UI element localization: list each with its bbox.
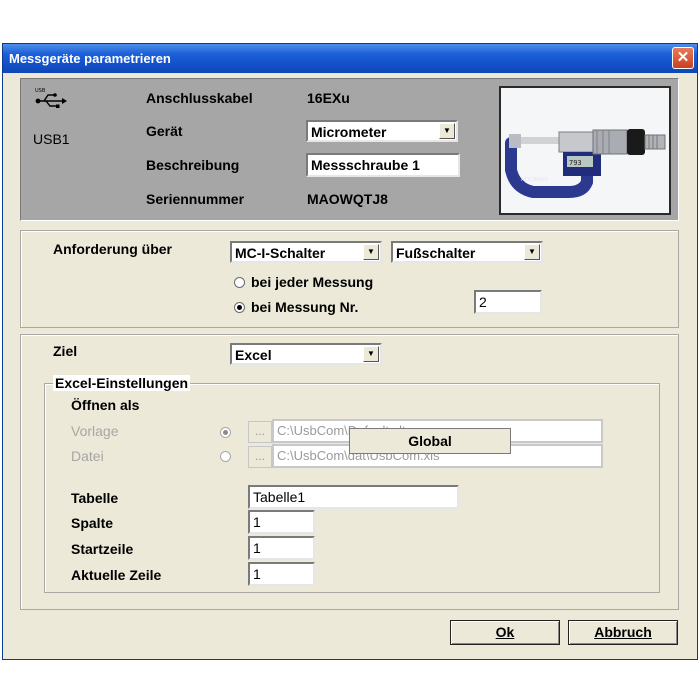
target-label: Ziel bbox=[53, 343, 78, 359]
table-input[interactable]: Tabelle1 bbox=[248, 485, 459, 509]
cable-value: 16EXu bbox=[307, 90, 350, 106]
target-select[interactable]: Excel ▼ bbox=[230, 343, 382, 365]
brand-text: ACCURACY bbox=[521, 177, 549, 183]
ok-button[interactable]: Ok bbox=[450, 620, 560, 645]
cable-label: Anschlusskabel bbox=[146, 90, 253, 106]
chevron-down-icon[interactable]: ▼ bbox=[524, 244, 540, 260]
each-measurement-label[interactable]: bei jeder Messung bbox=[251, 274, 373, 290]
startrow-input[interactable]: 1 bbox=[248, 536, 315, 560]
title-bar[interactable]: Messgeräte parametrieren ✕ bbox=[3, 44, 697, 73]
currentrow-label: Aktuelle Zeile bbox=[71, 567, 162, 583]
micrometer-image: 793 ACCURACY bbox=[499, 86, 671, 215]
chevron-down-icon[interactable]: ▼ bbox=[363, 346, 379, 362]
request-source-value: MC-I-Schalter bbox=[235, 245, 326, 261]
startrow-label: Startzeile bbox=[71, 541, 134, 557]
file-label: Datei bbox=[71, 448, 104, 464]
close-button[interactable]: ✕ bbox=[672, 47, 694, 69]
usb-icon: USB bbox=[32, 86, 68, 110]
column-input[interactable]: 1 bbox=[248, 510, 315, 534]
serial-value: MAOWQTJ8 bbox=[307, 191, 388, 207]
ok-button-label: Ok bbox=[495, 624, 515, 640]
measurement-nr-input[interactable]: 2 bbox=[474, 290, 542, 314]
cancel-button-label: Abbruch bbox=[594, 624, 652, 640]
svg-text:793: 793 bbox=[569, 159, 582, 167]
chevron-down-icon[interactable]: ▼ bbox=[363, 244, 379, 260]
radio-file[interactable] bbox=[220, 451, 231, 462]
radio-each-measurement[interactable] bbox=[234, 277, 245, 288]
switch-select[interactable]: Fußschalter ▼ bbox=[391, 241, 543, 263]
cancel-button[interactable]: Abbruch bbox=[568, 620, 678, 645]
measurement-nr-label[interactable]: bei Messung Nr. bbox=[251, 299, 358, 315]
description-label: Beschreibung bbox=[146, 157, 240, 173]
request-source-select[interactable]: MC-I-Schalter ▼ bbox=[230, 241, 382, 263]
radio-template[interactable] bbox=[220, 427, 231, 438]
template-label: Vorlage bbox=[71, 423, 119, 439]
excel-settings-title: Excel-Einstellungen bbox=[53, 375, 191, 391]
device-select[interactable]: Micrometer ▼ bbox=[306, 120, 458, 142]
svg-text:USB: USB bbox=[35, 88, 46, 94]
device-select-value: Micrometer bbox=[311, 124, 387, 140]
open-as-label: Öffnen als bbox=[71, 397, 140, 413]
port-label: USB1 bbox=[33, 131, 70, 147]
global-popup[interactable]: Global bbox=[349, 428, 511, 454]
request-label: Anforderung über bbox=[53, 241, 172, 257]
device-label: Gerät bbox=[146, 123, 183, 139]
window-title: Messgeräte parametrieren bbox=[9, 51, 171, 66]
template-browse-button[interactable]: ... bbox=[248, 421, 272, 443]
radio-measurement-nr[interactable] bbox=[234, 302, 245, 313]
target-value: Excel bbox=[235, 347, 272, 363]
description-input[interactable]: Messschraube 1 bbox=[306, 153, 460, 177]
chevron-down-icon[interactable]: ▼ bbox=[439, 123, 455, 139]
serial-label: Seriennummer bbox=[146, 191, 245, 207]
file-browse-button[interactable]: ... bbox=[248, 446, 272, 468]
currentrow-input[interactable]: 1 bbox=[248, 562, 315, 586]
table-label: Tabelle bbox=[71, 490, 119, 506]
switch-value: Fußschalter bbox=[396, 245, 476, 261]
column-label: Spalte bbox=[71, 515, 114, 531]
